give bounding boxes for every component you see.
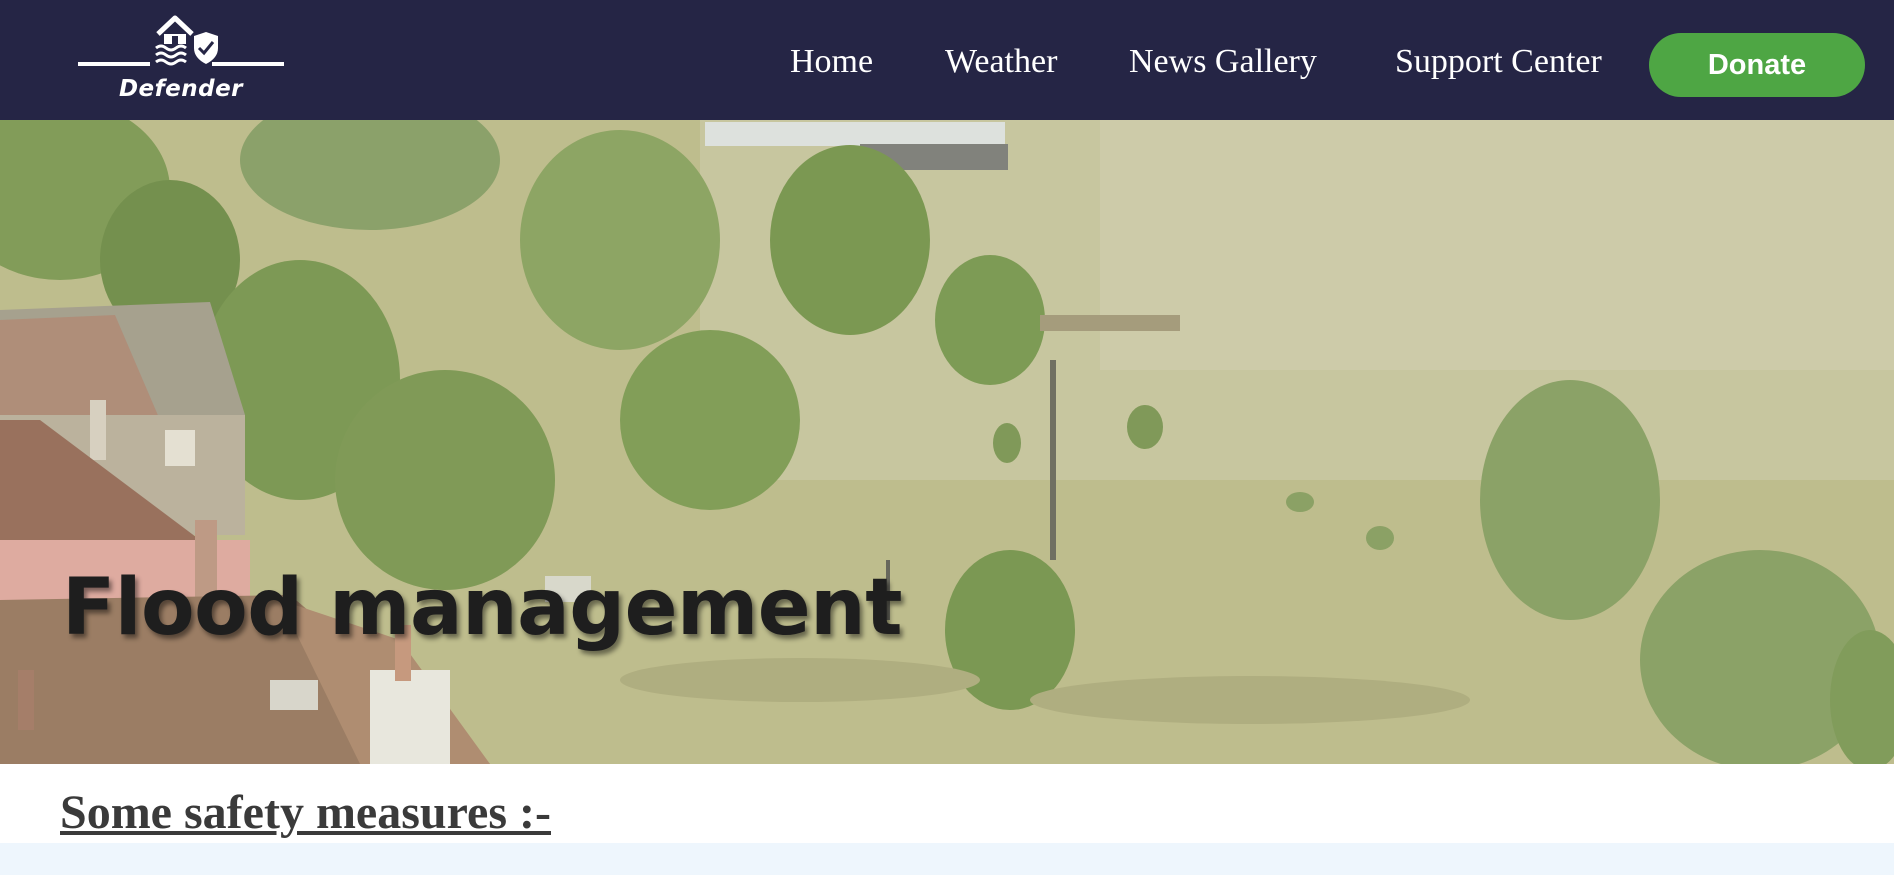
house-shield-water-icon <box>78 15 284 66</box>
navbar: Defender Home Weather News Gallery Suppo… <box>0 0 1894 120</box>
nav-link-support-center[interactable]: Support Center <box>1395 42 1602 82</box>
nav-link-home[interactable]: Home <box>790 42 873 82</box>
donate-button[interactable]: Donate <box>1649 33 1865 97</box>
hero-banner: Flood management <box>0 120 1894 764</box>
content-area-strip <box>0 843 1894 875</box>
hero-title: Flood management <box>62 563 902 653</box>
nav-link-weather[interactable]: Weather <box>945 42 1057 82</box>
nav-link-news-gallery[interactable]: News Gallery <box>1129 42 1317 82</box>
brand-name: Defender <box>118 76 244 102</box>
brand-logo[interactable]: Defender <box>78 14 284 106</box>
flooded-town-aerial-photo <box>0 120 1894 764</box>
section-heading: Some safety measures :- <box>60 786 551 839</box>
